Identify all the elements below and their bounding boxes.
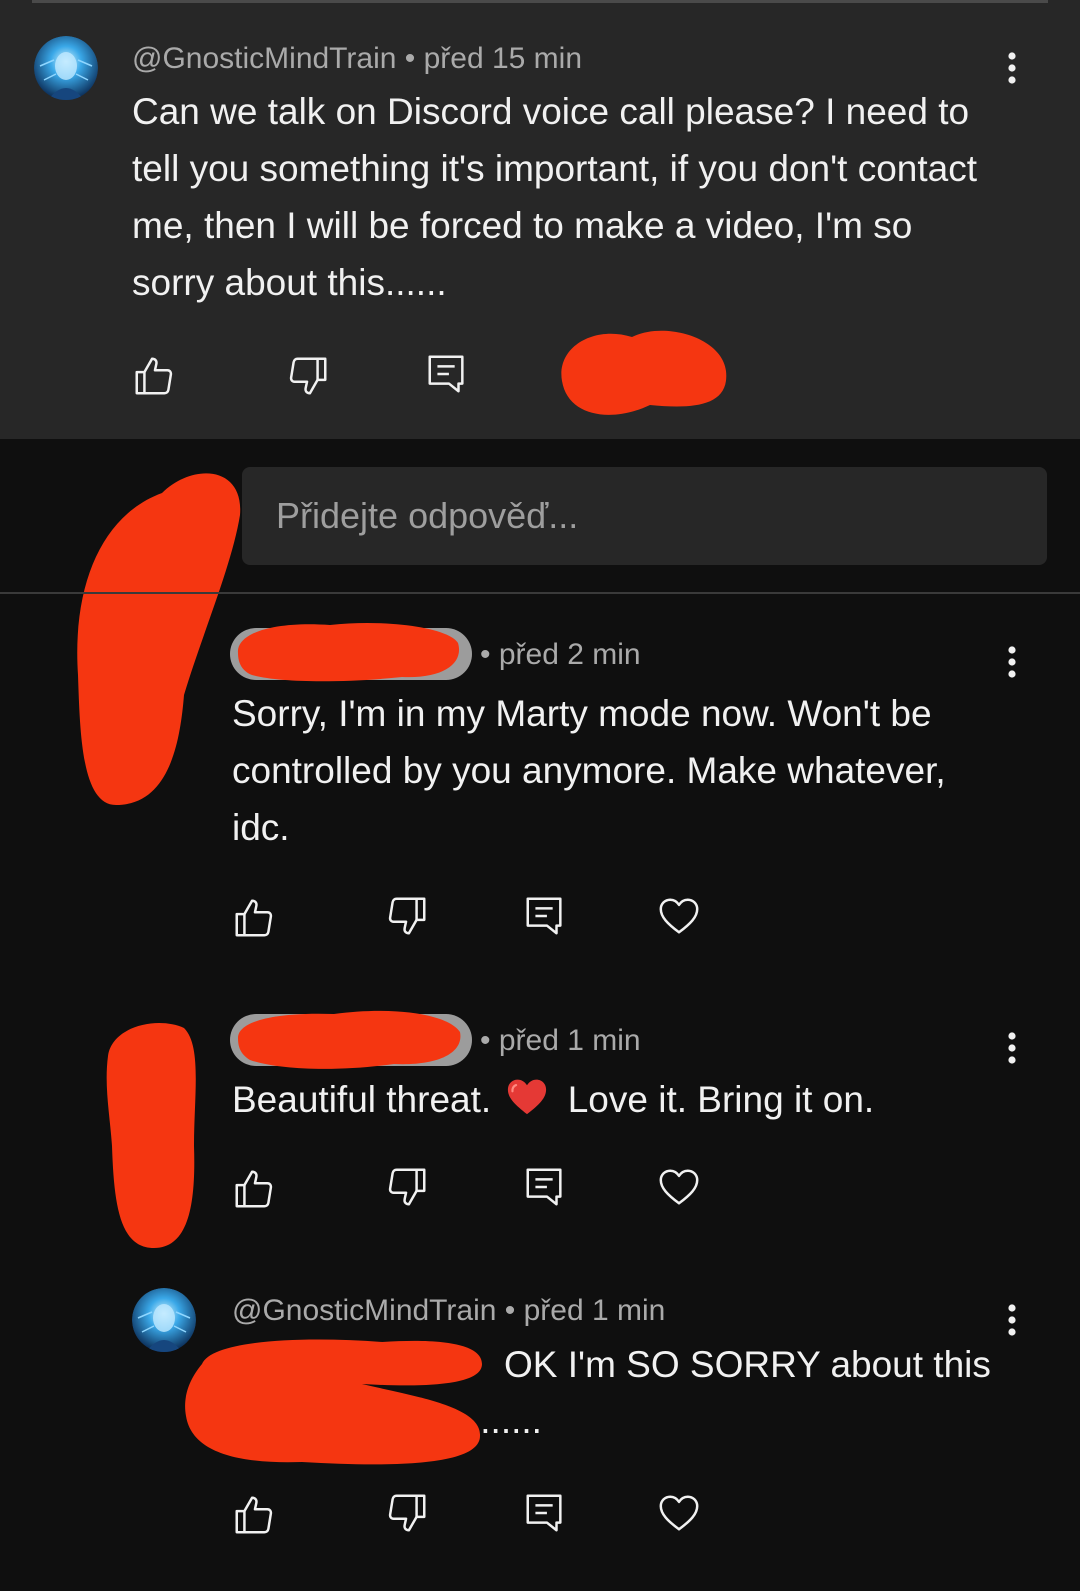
reply-icon[interactable]: [522, 1490, 568, 1536]
more-options-icon[interactable]: [1002, 642, 1022, 682]
redaction-mark: [554, 319, 729, 429]
section-divider: [0, 592, 1080, 594]
top-divider: [32, 0, 1048, 3]
reply-icon[interactable]: [522, 893, 568, 939]
reply-input-placeholder: Přidejte odpověď...: [276, 495, 579, 536]
redaction-mark: [98, 1016, 200, 1257]
reply-icon[interactable]: [424, 351, 470, 397]
redaction-mark: [182, 1336, 487, 1477]
comment-text: Sorry, I'm in my Marty mode now. Won't b…: [232, 693, 946, 848]
comment-author[interactable]: @GnosticMindTrain: [232, 1294, 496, 1327]
comment-text-part: Beautiful threat.: [232, 1079, 492, 1120]
comment-text-part: Love it. Bring it on.: [567, 1079, 875, 1120]
comment-time: • před 15 min: [404, 42, 583, 75]
redaction-mark: [234, 1004, 464, 1077]
reply-input[interactable]: Přidejte odpověď...: [242, 467, 1047, 565]
red-heart-emoji-icon: [505, 1075, 549, 1132]
reply-icon[interactable]: [522, 1164, 568, 1210]
comment-text: Beautiful threat. Love it. Bring it on.: [232, 1071, 1012, 1132]
like-icon[interactable]: [231, 895, 277, 941]
redaction-mark: [72, 465, 247, 820]
comment-author[interactable]: @GnosticMindTrain: [132, 42, 396, 75]
comment-text-line: OK I'm SO SORRY about this: [504, 1344, 991, 1385]
comment-time: • před 2 min: [480, 638, 641, 671]
avatar[interactable]: [34, 36, 98, 100]
heart-icon[interactable]: [656, 1490, 702, 1536]
comment-text: Can we talk on Discord voice call please…: [132, 91, 978, 303]
dislike-icon[interactable]: [384, 1490, 430, 1536]
more-options-icon[interactable]: [1002, 1028, 1022, 1068]
redaction-mark: [234, 617, 464, 690]
like-icon[interactable]: [231, 1492, 277, 1538]
comment-time: • před 1 min: [504, 1294, 666, 1327]
heart-icon[interactable]: [656, 893, 702, 939]
like-icon[interactable]: [231, 1166, 277, 1212]
dislike-icon[interactable]: [384, 1164, 430, 1210]
dislike-icon[interactable]: [384, 893, 430, 939]
comment-time: • před 1 min: [480, 1024, 641, 1057]
dislike-icon[interactable]: [285, 353, 331, 399]
heart-icon[interactable]: [656, 1164, 702, 1210]
more-options-icon[interactable]: [1002, 1300, 1022, 1340]
more-options-icon[interactable]: [1002, 48, 1022, 88]
like-icon[interactable]: [131, 353, 177, 399]
